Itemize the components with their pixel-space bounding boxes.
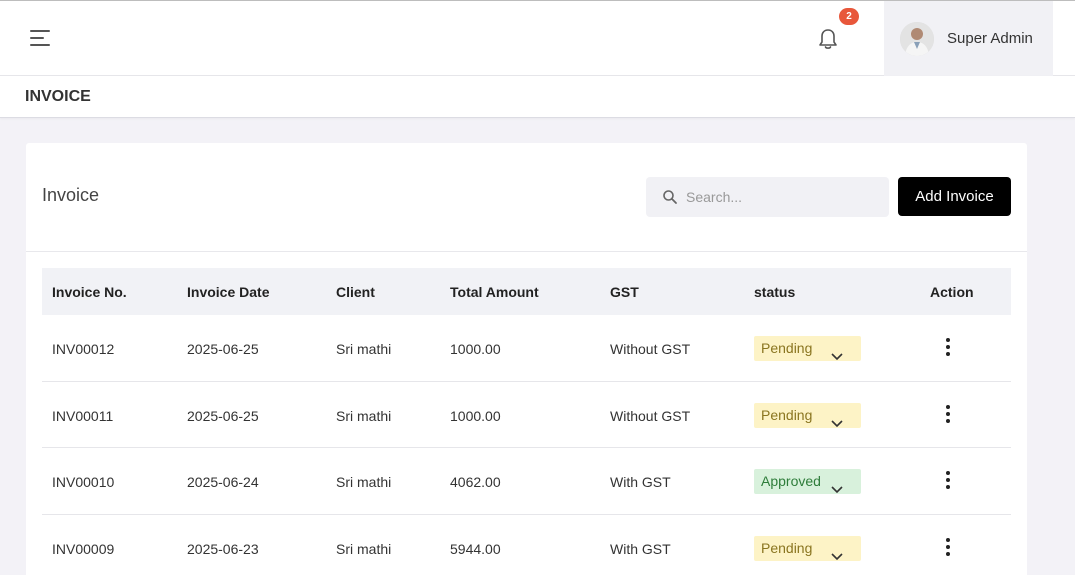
more-actions-icon[interactable] [943, 338, 953, 358]
client-cell: Sri mathi [336, 540, 392, 557]
divider [26, 251, 1027, 252]
column-header-gst[interactable]: GST [610, 284, 639, 300]
gst-cell: Without GST [610, 407, 691, 424]
column-header-status[interactable]: status [754, 284, 795, 300]
more-actions-icon[interactable] [943, 404, 953, 425]
status-label: Pending [761, 539, 813, 556]
page-title: INVOICE [25, 88, 91, 105]
status-label: Pending [761, 340, 813, 356]
table-row: INV00012 2025-06-25 Sri mathi 1000.00 Wi… [42, 315, 1011, 382]
total-amount-cell: 1000.00 [450, 407, 501, 424]
invoice-date-cell: 2025-06-24 [187, 474, 259, 490]
status-label: Pending [761, 406, 813, 423]
invoice-date-cell: 2025-06-25 [187, 407, 259, 424]
invoice-no-cell: INV00011 [52, 407, 114, 424]
notification-bell-icon[interactable] [815, 26, 841, 52]
table-row: INV00010 2025-06-24 Sri mathi 4062.00 Wi… [42, 448, 1011, 515]
chevron-down-icon [831, 544, 843, 560]
column-header-total-amount[interactable]: Total Amount [450, 284, 539, 300]
top-header: 2 Super Admin [0, 0, 1075, 76]
add-invoice-button[interactable]: Add Invoice [898, 177, 1011, 216]
total-amount-cell: 4062.00 [450, 474, 501, 490]
status-dropdown[interactable]: Pending [754, 535, 861, 561]
user-name: Super Admin [947, 30, 1033, 47]
client-cell: Sri mathi [336, 474, 392, 490]
column-header-invoice-date[interactable]: Invoice Date [187, 284, 269, 300]
chevron-down-icon [831, 411, 843, 427]
gst-cell: Without GST [610, 341, 691, 357]
invoice-no-cell: INV00012 [52, 341, 115, 357]
client-cell: Sri mathi [336, 407, 392, 424]
column-header-client[interactable]: Client [336, 284, 375, 300]
more-actions-icon[interactable] [943, 471, 953, 491]
gst-cell: With GST [610, 540, 671, 557]
status-dropdown[interactable]: Approved [754, 469, 861, 494]
table-row: INV00011 2025-06-25 Sri mathi 1000.00 Wi… [42, 382, 1011, 448]
status-dropdown[interactable]: Pending [754, 336, 861, 361]
more-actions-icon[interactable] [943, 537, 953, 558]
client-cell: Sri mathi [336, 341, 392, 357]
status-dropdown[interactable]: Pending [754, 402, 861, 428]
search-input[interactable] [686, 177, 886, 217]
card-title: Invoice [42, 185, 100, 205]
column-header-action: Action [930, 284, 974, 300]
chevron-down-icon [831, 477, 843, 494]
search-icon [662, 189, 678, 205]
invoice-no-cell: INV00010 [52, 474, 115, 490]
invoice-date-cell: 2025-06-23 [187, 540, 259, 557]
table-header: Invoice No. Invoice Date Client Total Am… [42, 268, 1011, 315]
total-amount-cell: 1000.00 [450, 341, 501, 357]
chevron-down-icon [831, 344, 843, 361]
page-title-bar: INVOICE [0, 76, 1075, 118]
invoice-no-cell: INV00009 [52, 540, 115, 557]
user-profile-menu[interactable]: Super Admin [884, 1, 1053, 76]
hamburger-menu-icon[interactable] [28, 27, 54, 49]
table-row: INV00009 2025-06-23 Sri mathi 5944.00 Wi… [42, 515, 1011, 575]
invoice-date-cell: 2025-06-25 [187, 341, 259, 357]
total-amount-cell: 5944.00 [450, 540, 501, 557]
column-header-invoice-no[interactable]: Invoice No. [52, 284, 127, 300]
avatar [900, 22, 934, 56]
status-label: Approved [761, 473, 821, 489]
invoice-table: Invoice No. Invoice Date Client Total Am… [42, 268, 1011, 575]
gst-cell: With GST [610, 474, 671, 490]
invoice-card: Invoice Add Invoice Invoice No. Invoice … [26, 143, 1027, 575]
notification-count-badge: 2 [839, 8, 859, 25]
